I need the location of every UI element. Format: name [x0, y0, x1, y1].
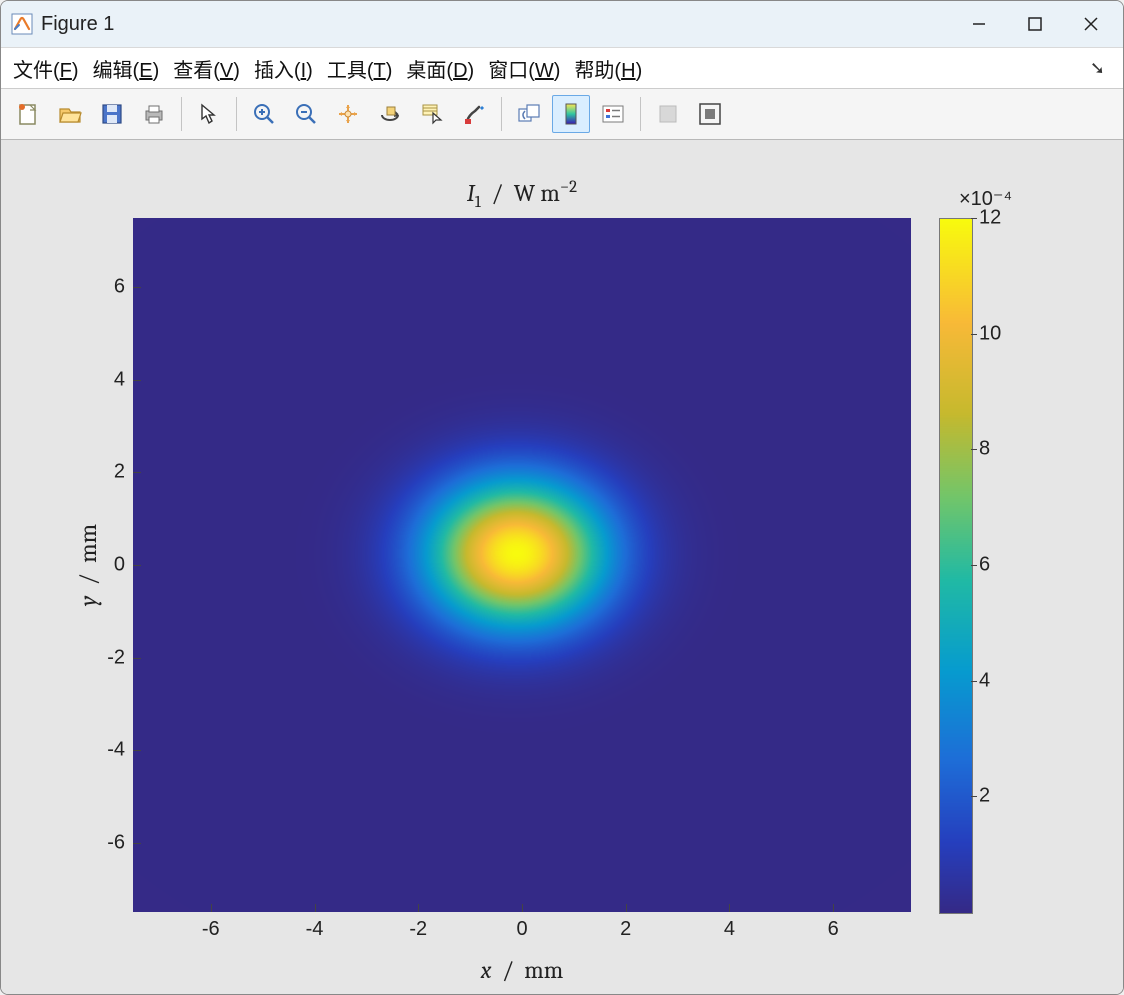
y-tick-label: -4	[95, 739, 125, 762]
maximize-button[interactable]	[1007, 1, 1063, 47]
colorbar-tick-label: 8	[979, 438, 990, 461]
x-tick-label: 2	[620, 918, 631, 941]
show-plot-tools-button[interactable]	[691, 95, 729, 133]
titlebar-left: Figure 1	[11, 13, 114, 36]
x-tick-label: -6	[202, 918, 220, 941]
link-plot-button[interactable]	[510, 95, 548, 133]
axes-title: I1 / W m−2	[133, 178, 911, 212]
print-button[interactable]	[135, 95, 173, 133]
edit-plot-arrow-button[interactable]	[190, 95, 228, 133]
menu-file[interactable]: 文件(F)	[13, 54, 79, 83]
colorbar-tick-label: 10	[979, 322, 1001, 345]
figure-canvas[interactable]: I1 / W m−2 y / mm x / mm -6-4-20246 -6-4…	[1, 140, 1123, 994]
menubar: 文件(F) 编辑(E) 查看(V) 插入(I) 工具(T) 桌面(D) 窗口(W…	[1, 48, 1123, 89]
menu-tools[interactable]: 工具(T)	[327, 54, 393, 83]
x-tick-label: -2	[409, 918, 427, 941]
brush-button[interactable]	[455, 95, 493, 133]
titlebar: Figure 1	[1, 1, 1123, 48]
menu-window[interactable]: 窗口(W)	[488, 54, 560, 83]
rotate-3d-button[interactable]	[371, 95, 409, 133]
x-axis-label: x / mm	[133, 956, 911, 984]
toolbar-separator	[181, 97, 182, 131]
y-tick-label: -2	[95, 646, 125, 669]
axes[interactable]	[133, 218, 911, 912]
toolbar	[1, 89, 1123, 140]
data-cursor-button[interactable]	[413, 95, 451, 133]
window-controls	[951, 1, 1119, 47]
pan-button[interactable]	[329, 95, 367, 133]
x-tick-label: -4	[306, 918, 324, 941]
x-tick-label: 4	[724, 918, 735, 941]
figure-window: Figure 1 文件(F) 编辑(E) 查看(V) 插入(I) 工具(T) 桌…	[0, 0, 1124, 995]
x-tick-label: 6	[828, 918, 839, 941]
menu-edit[interactable]: 编辑(E)	[93, 54, 160, 83]
colorbar-tick-label: 4	[979, 669, 990, 692]
window-title: Figure 1	[41, 13, 114, 36]
toolbar-separator	[640, 97, 641, 131]
colorbar-tick-label: 12	[979, 207, 1001, 230]
y-tick-label: 2	[95, 461, 125, 484]
heatmap-image	[133, 218, 911, 912]
zoom-out-button[interactable]	[287, 95, 325, 133]
menu-view[interactable]: 查看(V)	[173, 54, 240, 83]
minimize-button[interactable]	[951, 1, 1007, 47]
y-tick-label: -6	[95, 831, 125, 854]
close-button[interactable]	[1063, 1, 1119, 47]
matlab-icon	[11, 13, 33, 35]
y-tick-label: 4	[95, 368, 125, 391]
colorbar-gradient	[940, 219, 972, 913]
x-tick-label: 0	[516, 918, 527, 941]
new-figure-button[interactable]	[9, 95, 47, 133]
save-button[interactable]	[93, 95, 131, 133]
y-tick-label: 0	[95, 554, 125, 577]
insert-colorbar-button[interactable]	[552, 95, 590, 133]
menu-help[interactable]: 帮助(H)	[574, 54, 642, 83]
toolbar-separator	[236, 97, 237, 131]
hide-plot-tools-button[interactable]	[649, 95, 687, 133]
colorbar[interactable]	[939, 218, 973, 914]
menu-desktop[interactable]: 桌面(D)	[406, 54, 474, 83]
colorbar-tick-label: 2	[979, 785, 990, 808]
insert-legend-button[interactable]	[594, 95, 632, 133]
toolbar-separator	[501, 97, 502, 131]
zoom-in-button[interactable]	[245, 95, 283, 133]
menu-insert[interactable]: 插入(I)	[254, 54, 313, 83]
colorbar-tick-label: 6	[979, 554, 990, 577]
y-tick-label: 6	[95, 276, 125, 299]
dock-arrow-icon[interactable]: ➘	[1090, 58, 1111, 79]
open-button[interactable]	[51, 95, 89, 133]
